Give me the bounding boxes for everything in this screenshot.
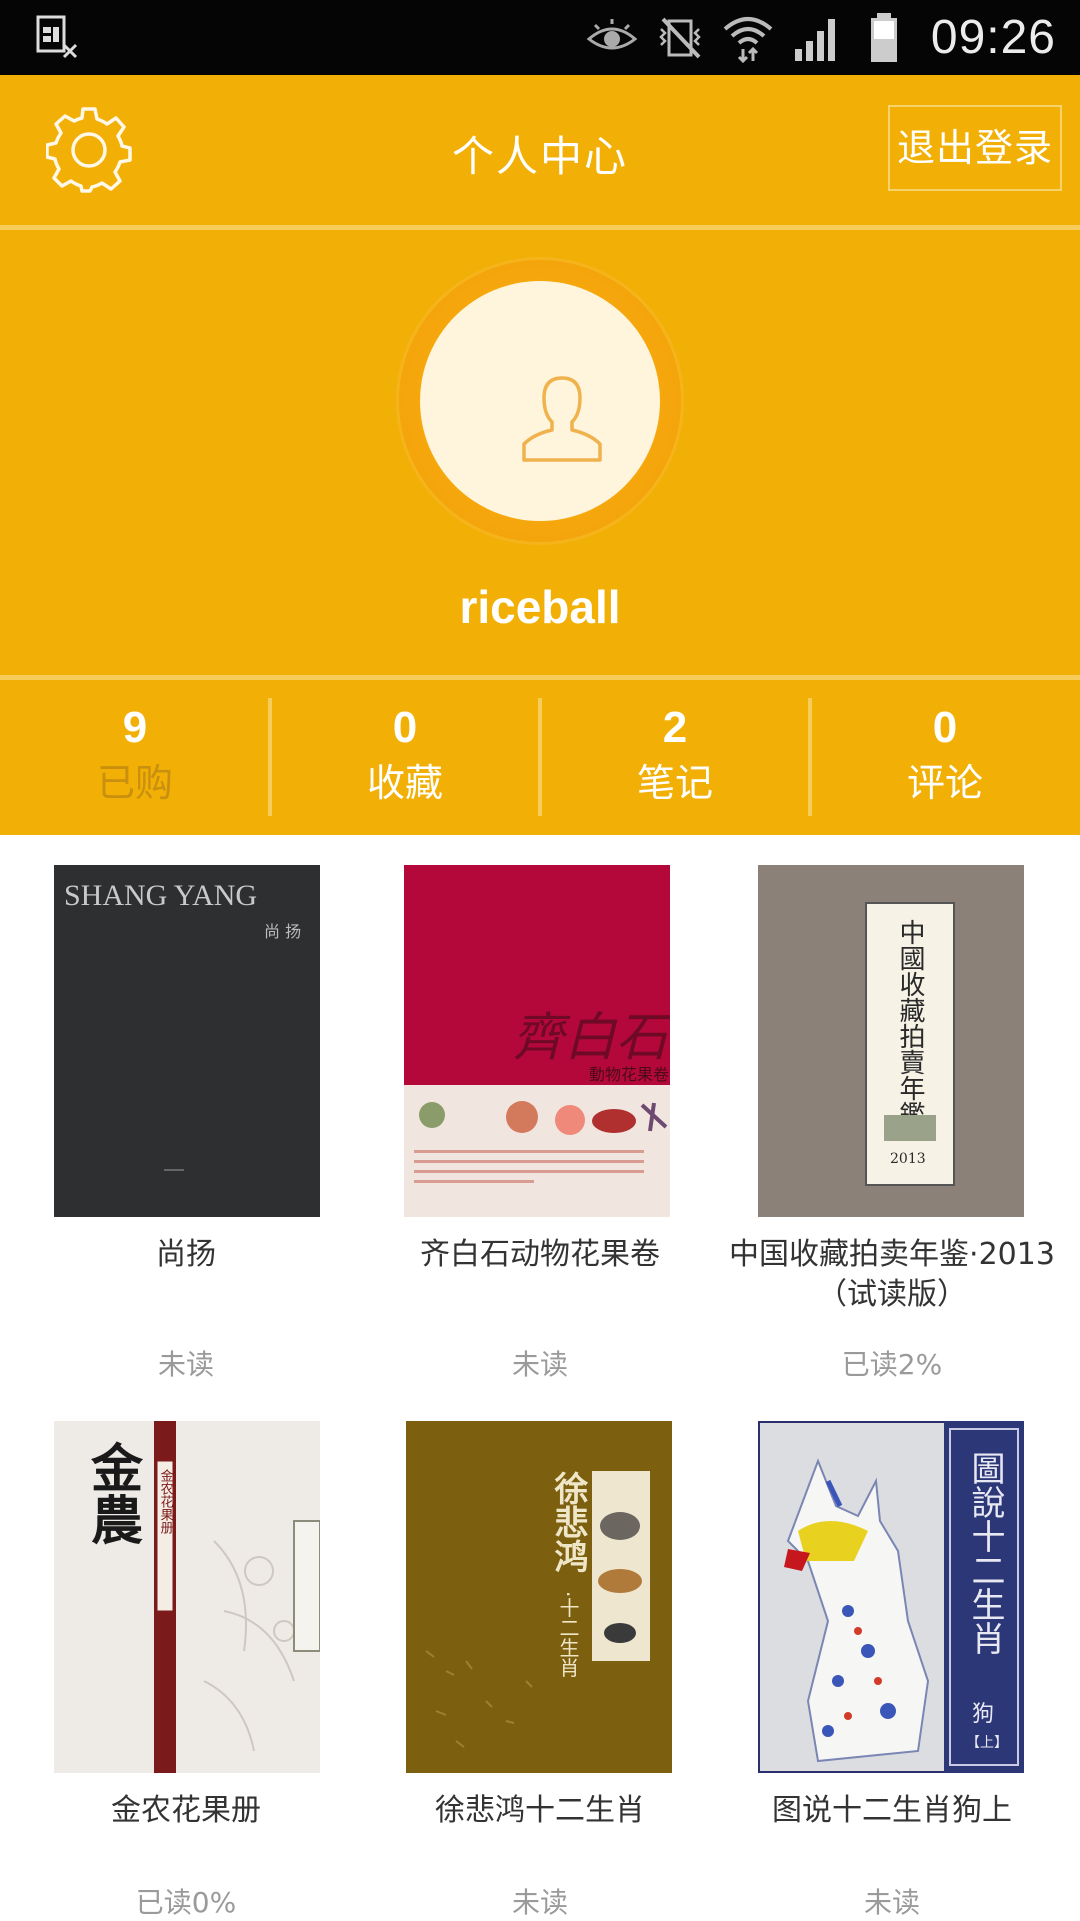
cover-text: SHANG YANG	[64, 879, 257, 912]
book-read-status: 未读	[863, 1886, 920, 1919]
cover-text: 圖說十二生肖	[965, 1451, 1005, 1655]
book-cover[interactable]: SHANG YANG 尚 扬	[54, 865, 320, 1217]
cover-text: 中國收藏拍賣年鑑	[895, 919, 925, 1127]
cover-text: 狗	[972, 1702, 994, 1727]
book-cover[interactable]: 齊白石 動物花果卷	[404, 865, 670, 1217]
book-read-status: 已读2%	[841, 1348, 943, 1381]
wifi-icon	[723, 16, 773, 63]
signal-icon	[794, 18, 835, 61]
book-title: 尚扬	[156, 1237, 216, 1272]
stat-purchased[interactable]: 9 已购	[0, 680, 270, 835]
title-bar: 个人中心 退出登录	[0, 75, 1080, 225]
stat-notes[interactable]: 2 笔记	[538, 680, 810, 835]
stat-comments[interactable]: 0 评论	[808, 680, 1080, 835]
book-read-status: 已读0%	[135, 1886, 237, 1919]
status-bar: 09:26	[0, 0, 1080, 75]
stat-label: 笔记	[636, 761, 713, 805]
book-cover[interactable]: 徐悲鸿 ·十二生肖	[406, 1421, 672, 1773]
cover-text: ·十二生肖	[556, 1591, 580, 1677]
vibrate-mute-icon	[659, 17, 701, 58]
cover-text: 徐悲鸿	[548, 1471, 589, 1573]
stat-value: 2	[662, 703, 688, 752]
cover-text: 【上】	[966, 1735, 1008, 1751]
book-title: 齐白石动物花果卷	[420, 1237, 660, 1272]
book-cover[interactable]: 金农花果册 金農	[54, 1421, 320, 1773]
stat-value: 0	[932, 703, 958, 752]
book-read-status: 未读	[511, 1348, 568, 1381]
stat-value: 0	[392, 703, 418, 752]
cover-text: 金农花果册	[158, 1468, 174, 1535]
stat-label: 评论	[906, 761, 983, 805]
avatar[interactable]	[399, 260, 681, 542]
stat-favorites[interactable]: 0 收藏	[268, 680, 540, 835]
stat-label: 收藏	[366, 761, 443, 805]
book-title: 金农花果册	[111, 1793, 261, 1828]
status-time: 09:26	[930, 11, 1056, 64]
logout-button[interactable]: 退出登录	[888, 105, 1062, 191]
stats-bar: 9 已购 0 收藏 2 笔记 0 评论	[0, 680, 1080, 835]
book-read-status: 未读	[157, 1348, 214, 1381]
cover-text: 金農	[82, 1441, 144, 1545]
battery-icon	[870, 12, 897, 62]
book-title: 中国收藏拍卖年鉴·2013（试读版）	[729, 1237, 1055, 1312]
book-cover[interactable]: 中國收藏拍賣年鑑 2013	[758, 865, 1024, 1217]
divider	[0, 225, 1080, 230]
user-icon	[522, 376, 602, 462]
book-cover[interactable]: 圖說十二生肖 狗 【上】	[758, 1421, 1024, 1773]
book-read-status: 未读	[511, 1886, 568, 1919]
stat-label: 已购	[96, 761, 173, 805]
username: riceball	[459, 581, 621, 633]
stat-value: 9	[122, 703, 148, 752]
profile-header: 个人中心 退出登录 riceball 9 已购 0 收藏 2 笔记 0 评论	[0, 75, 1080, 835]
eye-icon	[586, 18, 638, 49]
cover-text: 2013	[890, 1151, 926, 1167]
cover-text: 動物花果卷	[589, 1065, 669, 1084]
book-title: 图说十二生肖狗上	[772, 1793, 1012, 1828]
cover-text: 齊白石	[512, 1008, 670, 1068]
cover-text: 尚 扬	[264, 922, 301, 941]
sim-disabled-icon	[36, 15, 78, 59]
book-title: 徐悲鸿十二生肖	[435, 1793, 645, 1828]
